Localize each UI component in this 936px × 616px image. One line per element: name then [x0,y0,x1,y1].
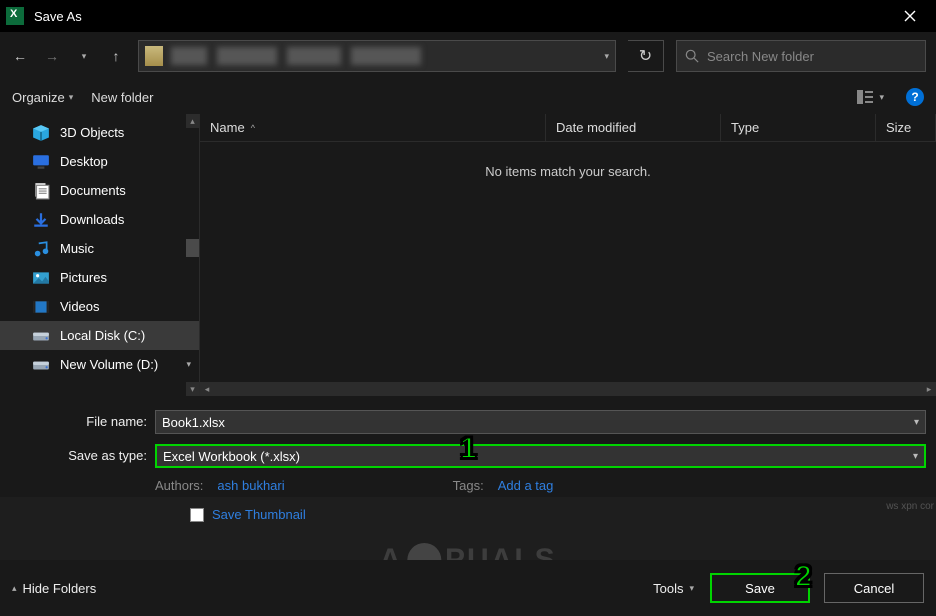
tools-menu[interactable]: Tools▾ [653,581,694,596]
search-placeholder: Search New folder [707,49,814,64]
videos-icon [32,298,50,316]
cube-icon [32,124,50,142]
new-folder-button[interactable]: New folder [91,90,153,105]
folder-thumb-icon [145,46,163,66]
music-icon [32,240,50,258]
column-name[interactable]: Name ^ [200,114,546,141]
authors-value[interactable]: ash bukhari [217,478,284,493]
up-button[interactable]: ↑ [106,46,126,66]
file-area: Name ^ Date modified Type Size No items … [200,114,936,396]
save-thumbnail-checkbox[interactable] [190,508,204,522]
hide-folders-button[interactable]: ▴ Hide Folders [12,581,96,596]
tree-scroll-down[interactable]: ▾ [186,382,199,396]
download-icon [32,211,50,229]
filetype-select[interactable]: Excel Workbook (*.xlsx) ▾ [155,444,926,468]
titlebar: Save As [0,0,936,32]
search-input[interactable]: Search New folder [676,40,926,72]
drive-icon [32,327,50,345]
metadata-row: Authors: ash bukhari Tags: Add a tag [155,478,926,493]
excel-app-icon [6,7,24,25]
empty-message: No items match your search. [200,164,936,179]
sidebar-item-desktop[interactable]: Desktop [0,147,199,176]
documents-icon [32,182,50,200]
sidebar-item-new-volume-d[interactable]: New Volume (D:) ▾ [0,350,199,379]
sidebar-item-3dobjects[interactable]: 3D Objects [0,118,199,147]
column-headers: Name ^ Date modified Type Size [200,114,936,142]
chevron-down-icon: ▾ [186,359,191,370]
hscroll-right[interactable]: ▸ [922,382,936,396]
window-title: Save As [34,9,890,24]
body: ▴ 3D Objects Desktop Documents Downloads… [0,114,936,396]
sidebar-item-pictures[interactable]: Pictures [0,263,199,292]
annotation-2: 2 [795,560,812,594]
sidebar-item-downloads[interactable]: Downloads [0,205,199,234]
tree-scrollbar-thumb[interactable] [186,239,199,257]
address-bar[interactable]: ▾ [138,40,616,72]
chevron-down-icon[interactable]: ▾ [913,451,918,462]
sidebar-item-music[interactable]: Music [0,234,199,263]
back-button[interactable]: ← [10,46,30,66]
history-dropdown[interactable]: ▾ [74,46,94,66]
forward-button[interactable]: → [42,46,62,66]
corner-watermark: ws xpn cor [886,501,934,512]
cancel-button[interactable]: Cancel [824,573,924,603]
sidebar-item-videos[interactable]: Videos [0,292,199,321]
authors-label: Authors: [155,478,203,493]
refresh-button[interactable]: ↻ [628,40,664,72]
folder-tree: ▴ 3D Objects Desktop Documents Downloads… [0,114,200,396]
drive-icon [32,356,50,374]
tree-scroll-up[interactable]: ▴ [186,114,199,128]
filename-input[interactable]: Book1.xlsx ▾ [155,410,926,434]
address-path [171,47,598,65]
column-type[interactable]: Type [721,114,876,141]
filename-label: File name: [10,410,155,434]
desktop-icon [32,153,50,171]
hscroll-left[interactable]: ◂ [200,382,214,396]
nav-row: ← → ▾ ↑ ▾ ↻ Search New folder [0,32,936,80]
close-button[interactable] [890,0,930,32]
horizontal-scrollbar[interactable]: ◂ ▸ [200,382,936,396]
address-dropdown-icon[interactable]: ▾ [604,51,609,62]
tags-label: Tags: [453,478,484,493]
hscroll-track[interactable] [214,382,922,396]
save-thumbnail-row[interactable]: Save Thumbnail [190,507,936,522]
view-mode-selector[interactable]: ▾ [857,90,884,104]
save-thumbnail-label: Save Thumbnail [212,507,306,522]
column-size[interactable]: Size [876,114,936,141]
column-date[interactable]: Date modified [546,114,721,141]
sidebar-item-documents[interactable]: Documents [0,176,199,205]
sidebar-item-local-disk-c[interactable]: Local Disk (C:) [0,321,199,350]
organize-menu[interactable]: Organize▾ [12,90,73,105]
sort-chevron-icon: ^ [251,123,255,133]
filetype-label: Save as type: [10,444,155,468]
help-icon[interactable]: ? [906,88,924,106]
search-icon [685,49,699,63]
annotation-1: 1 [460,432,477,466]
tags-value[interactable]: Add a tag [498,478,554,493]
pictures-icon [32,269,50,287]
toolbar: Organize▾ New folder ▾ ? [0,80,936,114]
chevron-down-icon[interactable]: ▾ [914,417,919,428]
